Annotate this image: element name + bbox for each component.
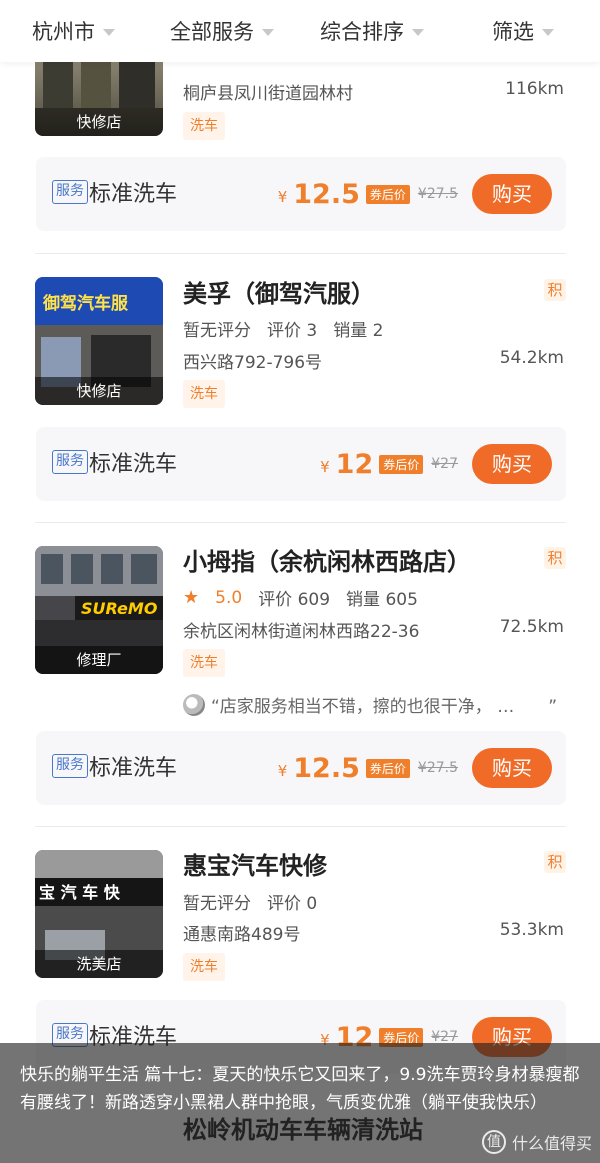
screen-filter[interactable]: 筛选 — [492, 16, 554, 46]
store-distance: 53.3km — [499, 920, 564, 940]
store-meta: ★ 5.0 评价 609 销量 605 — [183, 585, 434, 610]
original-price: ¥27.5 — [417, 760, 458, 776]
coupon-badge: 券后价 — [365, 758, 410, 778]
review-count: 评价 609 — [258, 590, 331, 610]
article-caption: 快乐的躺平生活 篇十七：夏天的快乐它又回来了，9.9洗车贾玲身材暴瘦都有腰线了！… — [20, 1065, 580, 1113]
service-tag: 洗车 — [183, 380, 225, 408]
store-distance: 54.2km — [499, 348, 564, 368]
store-address: 通惠南路489号 — [183, 925, 301, 945]
store-thumbnail[interactable]: 宝 汽 车 快 洗美店 — [35, 850, 163, 978]
svg-text:SUReMO: SUReMO — [81, 599, 158, 618]
deal-name: 标准洗车 — [89, 452, 178, 477]
review-snippet[interactable]: “店家服务相当不错，擦的也很干净， … ” — [183, 692, 568, 717]
store-name[interactable]: 惠宝汽车快修 — [183, 846, 327, 881]
deal-price: 12 — [335, 448, 374, 480]
caret-down-icon — [542, 28, 554, 36]
service-badge: 服务 — [52, 180, 88, 204]
deal-row[interactable]: 服务 标准洗车 ¥ 12.5 券后价 ¥27.5 购买 — [36, 731, 566, 805]
service-badge: 服务 — [52, 754, 88, 778]
sort-filter[interactable]: 综合排序 — [320, 16, 424, 46]
caret-down-icon — [262, 28, 274, 36]
rating-text: 暂无评分 — [183, 321, 251, 341]
review-text: “店家服务相当不错，擦的也很干净， … ” — [211, 697, 558, 717]
review-count: 评价 0 — [267, 894, 318, 914]
store-address: 西兴路792-796号 — [183, 353, 323, 373]
city-filter[interactable]: 杭州市 — [32, 16, 115, 46]
city-filter-label: 杭州市 — [32, 20, 95, 44]
site-watermark: 值 什么值得买 — [481, 1130, 592, 1154]
store-thumbnail[interactable]: 御驾汽车服 快修店 — [35, 277, 163, 405]
sort-filter-label: 综合排序 — [320, 20, 404, 44]
service-badge: 服务 — [52, 450, 88, 474]
rating-text: 暂无评分 — [183, 894, 251, 914]
store-distance: 72.5km — [499, 617, 564, 637]
store-address: 桐庐县凤川街道园林村 — [183, 84, 353, 104]
points-badge: 积 — [544, 547, 566, 569]
store-type-label: 修理厂 — [35, 646, 163, 674]
deal-row[interactable]: 服务 标准洗车 ¥ 12.5 券后价 ¥27.5 购买 — [36, 157, 566, 231]
svg-text:御驾汽车服: 御驾汽车服 — [42, 293, 129, 314]
store-type-label: 快修店 — [35, 108, 163, 136]
filter-bar: 杭州市 全部服务 综合排序 筛选 — [0, 0, 600, 62]
avatar — [183, 693, 205, 716]
svg-text:宝 汽 车 快: 宝 汽 车 快 — [39, 883, 121, 902]
deal-price: 12.5 — [293, 178, 360, 210]
watermark-text: 什么值得买 — [511, 1134, 592, 1153]
store-name[interactable]: 小拇指（余杭闲林西路店） — [183, 542, 471, 577]
coupon-badge: 券后价 — [379, 454, 424, 474]
points-badge: 积 — [544, 279, 566, 301]
store-distance: 116km — [505, 79, 564, 99]
sales-count: 销量 2 — [333, 321, 384, 341]
original-price: ¥27 — [431, 456, 458, 472]
rating-score: 5.0 — [215, 587, 243, 608]
service-tag: 洗车 — [183, 649, 225, 677]
divider — [35, 253, 566, 254]
original-price: ¥27.5 — [417, 186, 458, 202]
service-tag: 洗车 — [183, 953, 225, 981]
store-name[interactable]: 松岭机动车车辆清洗站 — [183, 1110, 423, 1145]
sales-count: 销量 605 — [346, 590, 418, 610]
caret-down-icon — [103, 28, 115, 36]
store-type-label: 洗美店 — [35, 950, 163, 978]
review-count: 评价 3 — [267, 321, 318, 341]
deal-name: 标准洗车 — [89, 756, 178, 781]
store-thumbnail[interactable]: SUReMO 修理厂 — [35, 546, 163, 674]
coupon-badge: 券后价 — [365, 184, 410, 204]
star-icon: ★ — [183, 587, 200, 608]
store-meta: 暂无评分 评价 0 — [183, 889, 333, 914]
currency-symbol: ¥ — [277, 188, 288, 206]
screen-filter-label: 筛选 — [492, 20, 534, 44]
divider — [35, 522, 566, 523]
deal-name: 标准洗车 — [89, 182, 178, 207]
store-type-label: 快修店 — [35, 377, 163, 405]
buy-button[interactable]: 购买 — [472, 174, 552, 214]
deal-row[interactable]: 服务 标准洗车 ¥ 12 券后价 ¥27 购买 — [36, 427, 566, 501]
currency-symbol: ¥ — [277, 762, 288, 780]
service-filter[interactable]: 全部服务 — [170, 16, 274, 46]
store-meta: 暂无评分 评价 3 销量 2 — [183, 316, 399, 341]
service-tag: 洗车 — [183, 112, 225, 140]
store-address: 余杭区闲林街道闲林西路22-36 — [183, 622, 420, 642]
store-list-page: 杭州市 全部服务 综合排序 筛选 快修店 桐庐县凤川街道园林村 116km 洗车… — [0, 0, 600, 1163]
store-name[interactable]: 美孚（御驾汽服） — [183, 274, 375, 309]
points-badge: 积 — [544, 851, 566, 873]
service-filter-label: 全部服务 — [170, 20, 254, 44]
currency-symbol: ¥ — [320, 458, 330, 476]
caret-down-icon — [412, 28, 424, 36]
buy-button[interactable]: 购买 — [472, 748, 552, 788]
deal-price: 12.5 — [293, 752, 360, 784]
divider — [35, 826, 566, 827]
buy-button[interactable]: 购买 — [472, 444, 552, 484]
watermark-logo-icon: 值 — [481, 1130, 506, 1154]
